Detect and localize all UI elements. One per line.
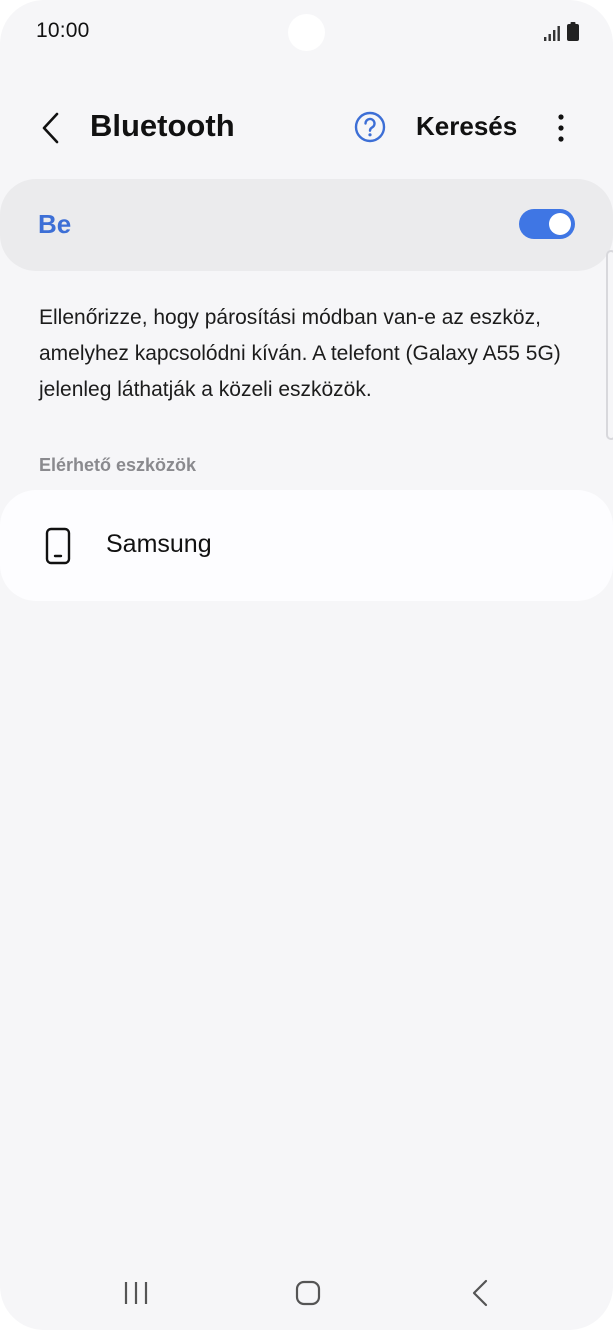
navigation-bar — [0, 1262, 613, 1324]
scroll-indicator[interactable] — [606, 250, 613, 440]
toggle-knob — [549, 213, 571, 235]
home-button[interactable] — [290, 1278, 326, 1308]
more-vertical-icon — [558, 114, 564, 142]
status-icons — [544, 22, 579, 41]
help-button[interactable] — [353, 110, 387, 144]
toggle-label: Be — [38, 209, 72, 239]
chevron-left-icon — [42, 112, 59, 144]
more-options-button[interactable] — [548, 110, 574, 146]
battery-icon — [567, 22, 579, 41]
phone-screen: 10:00 Bluetooth Keresés Be Ellenőrizze, … — [0, 0, 613, 1330]
help-circle-icon — [354, 111, 386, 143]
device-list-item[interactable]: Samsung — [0, 490, 613, 601]
recent-apps-icon — [124, 1282, 148, 1304]
bluetooth-toggle-card[interactable]: Be — [0, 179, 613, 271]
app-header: Bluetooth Keresés — [0, 92, 613, 164]
bluetooth-toggle-switch[interactable] — [519, 209, 575, 239]
status-bar: 10:00 — [0, 0, 613, 64]
pairing-info-text: Ellenőrizze, hogy párosítási módban van-… — [39, 306, 561, 401]
back-icon — [472, 1279, 488, 1307]
camera-cutout — [288, 14, 325, 51]
status-time: 10:00 — [36, 19, 90, 42]
device-name: Samsung — [106, 530, 212, 558]
available-devices-label: Elérhető eszközök — [39, 455, 197, 475]
back-button[interactable] — [30, 104, 70, 152]
smartphone-icon — [45, 527, 71, 565]
signal-icon — [544, 26, 560, 41]
nav-back-button[interactable] — [462, 1278, 498, 1308]
page-title: Bluetooth — [90, 108, 235, 143]
search-button[interactable]: Keresés — [416, 111, 517, 142]
recent-apps-button[interactable] — [118, 1278, 154, 1308]
home-icon — [295, 1280, 321, 1306]
